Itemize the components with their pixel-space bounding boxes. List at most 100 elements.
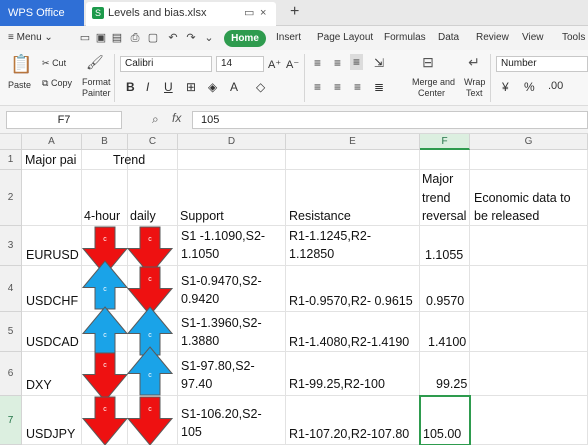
column-header-g[interactable]: G <box>470 134 588 150</box>
font-name-select[interactable]: Calibri <box>120 56 212 72</box>
save-icon[interactable]: ▣ <box>94 31 108 45</box>
tab-tools[interactable]: Tools <box>562 26 585 50</box>
tab-data[interactable]: Data <box>438 26 459 50</box>
align-right-icon[interactable]: ≡ <box>354 80 361 94</box>
wrap-text-label-1[interactable]: Wrap <box>464 77 485 87</box>
format-painter-icon[interactable]: 🖌 <box>86 54 104 71</box>
column-header-f[interactable]: F <box>420 134 470 150</box>
cell[interactable] <box>470 226 588 266</box>
align-bottom-icon[interactable]: ≡ <box>350 54 364 70</box>
align-top-icon[interactable]: ≡ <box>314 56 321 70</box>
column-header-a[interactable]: A <box>22 134 82 150</box>
decimal-icon[interactable]: .00 <box>548 80 563 92</box>
wrap-text-icon[interactable]: ↵ <box>464 54 484 71</box>
cell-a3: EURUSD <box>26 248 79 262</box>
percent-icon[interactable]: % <box>524 80 535 94</box>
menu-button[interactable]: ≡ Menu ⌄ <box>8 26 53 50</box>
row-header-3[interactable]: 3 <box>0 226 22 266</box>
formula-input[interactable]: 105 <box>192 111 588 129</box>
row-header-6[interactable]: 6 <box>0 352 22 396</box>
borders-icon[interactable]: ⊞ <box>186 80 196 94</box>
new-tab-plus-icon[interactable]: + <box>290 2 299 22</box>
cell-b2: 4-hour <box>84 209 121 223</box>
cell[interactable] <box>178 150 286 170</box>
cell-e7: R1-107.20,R2-107.80 <box>289 427 410 441</box>
cell[interactable] <box>470 312 588 352</box>
font-color-icon[interactable]: A <box>230 80 238 94</box>
print-icon[interactable]: ⎙ <box>128 31 142 45</box>
export-pdf-icon[interactable]: ▤ <box>110 31 124 45</box>
cell[interactable] <box>470 396 588 445</box>
bold-icon[interactable]: B <box>126 80 135 94</box>
more-chevron-icon[interactable]: ⌄ <box>202 31 216 45</box>
divider <box>490 54 491 102</box>
arrow-label: c <box>103 362 107 369</box>
font-size-select[interactable]: 14 <box>216 56 264 72</box>
increase-font-icon[interactable]: A⁺ <box>268 58 281 71</box>
italic-icon[interactable]: I <box>146 80 149 94</box>
cell[interactable] <box>470 266 588 312</box>
tab-page-layout[interactable]: Page Layout <box>317 26 373 50</box>
cell-e6: R1-99.25,R2-100 <box>289 377 385 391</box>
column-header-b[interactable]: B <box>82 134 128 150</box>
paste-button[interactable]: Paste <box>8 80 31 90</box>
cell-d2: Support <box>180 209 224 223</box>
tab-home[interactable]: Home <box>224 30 266 47</box>
clear-format-icon[interactable]: ◇ <box>256 80 265 94</box>
column-header-d[interactable]: D <box>178 134 286 150</box>
decrease-font-icon[interactable]: A⁻ <box>286 58 299 71</box>
align-center-icon[interactable]: ≡ <box>334 80 341 94</box>
arrow-label: c <box>148 276 152 283</box>
wrap-text-label-2[interactable]: Text <box>466 88 483 98</box>
cell-e4: R1-0.9570,R2- 0.9615 <box>289 294 413 308</box>
undo-icon[interactable]: ↶ <box>166 31 180 45</box>
number-format-select[interactable]: Number <box>496 56 588 72</box>
name-box[interactable]: F7 <box>6 111 122 129</box>
tab-view[interactable]: View <box>522 26 544 50</box>
merge-center-icon[interactable]: ⊟ <box>418 54 438 71</box>
cell[interactable] <box>22 170 82 226</box>
copy-button[interactable]: ⧉ Copy <box>42 78 72 89</box>
tab-formulas[interactable]: Formulas <box>384 26 426 50</box>
cell[interactable] <box>470 352 588 396</box>
select-all-corner[interactable] <box>0 134 22 150</box>
print-preview-icon[interactable]: ▢ <box>146 31 160 45</box>
cell[interactable] <box>420 150 470 170</box>
cut-button[interactable]: ✂ Cut <box>42 58 66 69</box>
merge-center-label-2[interactable]: Center <box>418 88 445 98</box>
currency-icon[interactable]: ¥ <box>502 80 509 94</box>
restore-icon[interactable]: ▭ <box>244 2 254 24</box>
tab-insert[interactable]: Insert <box>276 26 301 50</box>
orientation-icon[interactable]: ⇲ <box>374 56 384 70</box>
file-tab[interactable]: S Levels and bias.xlsx ▭ × <box>86 2 276 26</box>
row-header-4[interactable]: 4 <box>0 266 22 312</box>
merge-center-label-1[interactable]: Merge and <box>412 77 455 87</box>
zoom-search-icon[interactable]: ⌕ <box>152 112 159 127</box>
align-middle-icon[interactable]: ≡ <box>334 56 341 70</box>
cell[interactable] <box>286 150 420 170</box>
fill-color-icon[interactable]: ◈ <box>208 80 217 94</box>
cell[interactable] <box>470 150 588 170</box>
app-tab[interactable]: WPS Office <box>0 0 84 26</box>
redo-icon[interactable]: ↷ <box>184 31 198 45</box>
scissors-icon: ✂ <box>42 58 50 68</box>
paste-icon[interactable]: 📋 <box>10 54 32 75</box>
fx-icon[interactable]: fx <box>172 111 181 125</box>
row-header-1[interactable]: 1 <box>0 150 22 170</box>
tab-review[interactable]: Review <box>476 26 509 50</box>
format-painter-label-1[interactable]: Format <box>82 77 111 87</box>
format-painter-label-2[interactable]: Painter <box>82 88 111 98</box>
selected-cell-f7[interactable] <box>419 395 471 445</box>
row-header-2[interactable]: 2 <box>0 170 22 226</box>
column-header-c[interactable]: C <box>128 134 178 150</box>
justify-icon[interactable]: ≣ <box>374 80 384 94</box>
row-header-5[interactable]: 5 <box>0 312 22 352</box>
row-header-7[interactable]: 7 <box>0 396 22 445</box>
column-header-e[interactable]: E <box>286 134 420 150</box>
copy-label: Copy <box>50 78 72 88</box>
close-icon[interactable]: × <box>260 2 266 24</box>
underline-icon[interactable]: U <box>164 80 173 94</box>
tab-home-label: Home <box>231 33 259 44</box>
align-left-icon[interactable]: ≡ <box>314 80 321 94</box>
open-folder-icon[interactable]: ▭ <box>78 31 92 45</box>
